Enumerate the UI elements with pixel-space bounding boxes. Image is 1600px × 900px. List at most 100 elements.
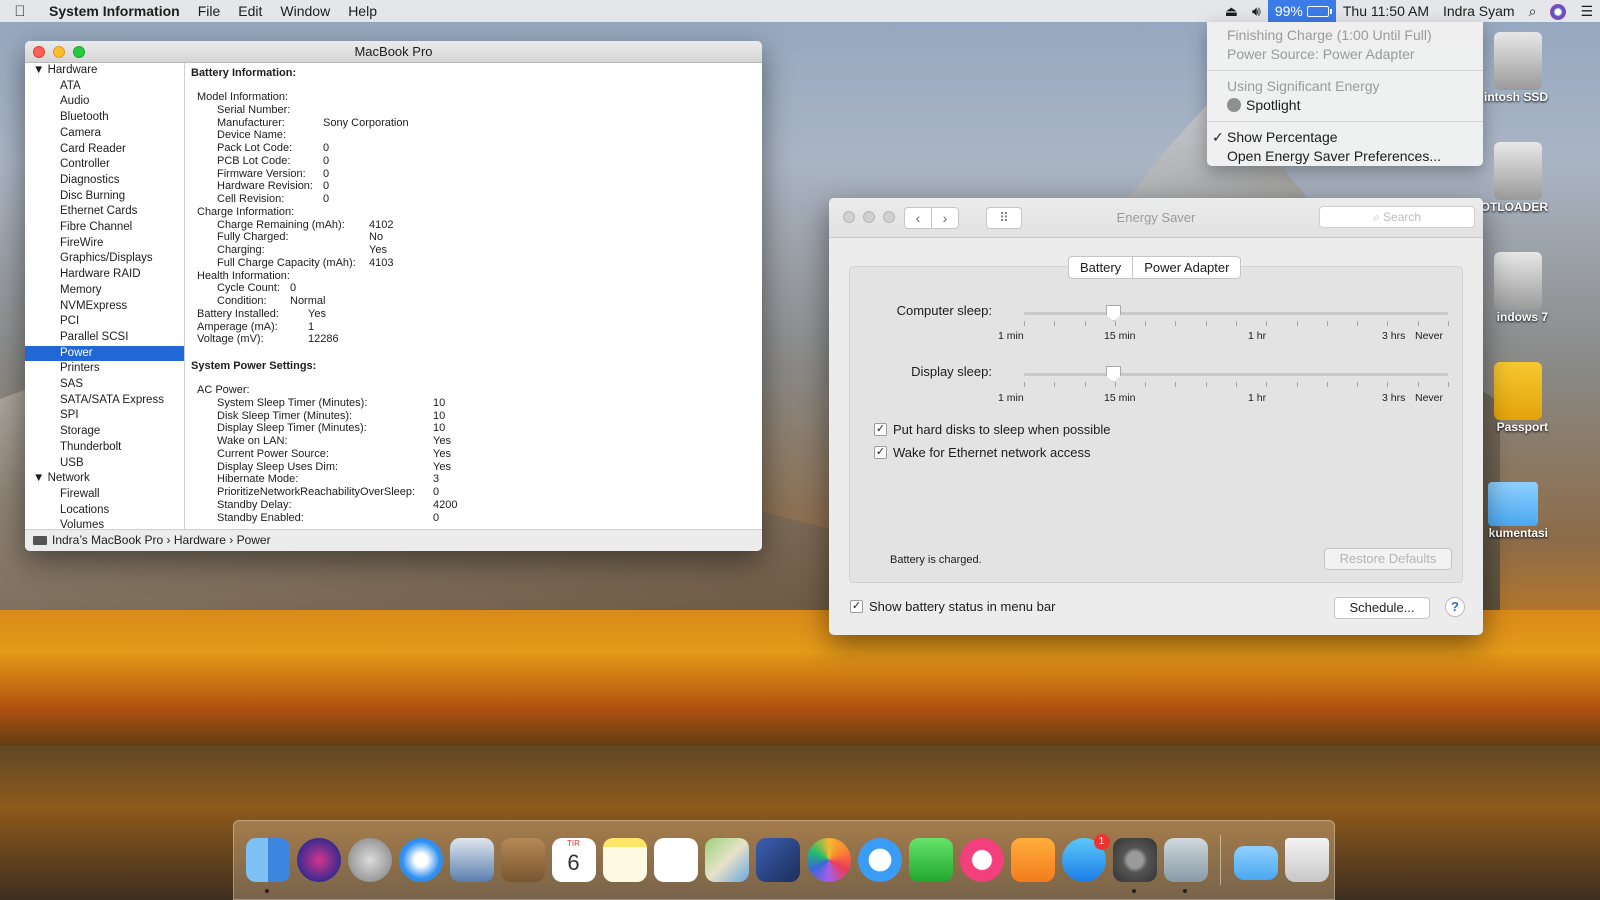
finder-icon[interactable] bbox=[245, 838, 290, 893]
open-energy-prefs-item[interactable]: Open Energy Saver Preferences... bbox=[1207, 147, 1483, 166]
hard-disk-icon bbox=[1494, 252, 1542, 310]
battery-menu-extra[interactable]: 99% bbox=[1267, 0, 1336, 22]
path-item[interactable]: Power bbox=[237, 533, 271, 547]
system-preferences-icon[interactable] bbox=[1112, 838, 1157, 893]
sidebar-item-memory[interactable]: Memory bbox=[25, 283, 184, 299]
contacts-icon[interactable] bbox=[500, 838, 545, 882]
search-field[interactable]: ⌕ Search bbox=[1319, 206, 1475, 228]
sidebar-item-sas[interactable]: SAS bbox=[25, 377, 184, 393]
user-menu[interactable]: Indra Syam bbox=[1436, 0, 1522, 22]
sidebar-item-camera[interactable]: Camera bbox=[25, 126, 184, 142]
safari-icon[interactable] bbox=[398, 838, 443, 882]
sidebar-item-usb[interactable]: USB bbox=[25, 456, 184, 472]
sidebar-item-spi[interactable]: SPI bbox=[25, 408, 184, 424]
scale-label: 1 hr bbox=[1248, 392, 1267, 404]
sidebar-item-parallel-scsi[interactable]: Parallel SCSI bbox=[25, 330, 184, 346]
siri-app-icon[interactable] bbox=[296, 838, 341, 882]
keynote-icon[interactable] bbox=[755, 838, 800, 882]
tab-battery[interactable]: Battery bbox=[1069, 257, 1134, 278]
eject-icon[interactable]: ⏏ bbox=[1218, 0, 1245, 22]
folder-stack-icon[interactable] bbox=[1233, 846, 1278, 880]
desktop-icon-passport[interactable]: Passport bbox=[1478, 362, 1548, 434]
volume-icon[interactable]: 🔊︎ bbox=[1245, 0, 1268, 22]
restore-defaults-button[interactable]: Restore Defaults bbox=[1324, 548, 1452, 570]
launchpad-icon[interactable] bbox=[347, 838, 392, 882]
app-store-icon[interactable]: 1 bbox=[1061, 834, 1110, 882]
system-information-icon[interactable] bbox=[1163, 838, 1208, 893]
sidebar-item-audio[interactable]: Audio bbox=[25, 94, 184, 110]
sidebar-item-pci[interactable]: PCI bbox=[25, 314, 184, 330]
sidebar-item-disc-burning[interactable]: Disc Burning bbox=[25, 189, 184, 205]
sidebar-item-locations[interactable]: Locations bbox=[25, 503, 184, 519]
battery-menu: Finishing Charge (1:00 Until Full) Power… bbox=[1207, 22, 1483, 166]
desktop-icon-ssd[interactable]: intosh SSD bbox=[1478, 32, 1548, 104]
zoom-button[interactable] bbox=[73, 46, 85, 58]
facetime-icon[interactable] bbox=[908, 838, 953, 882]
sidebar-item-volumes[interactable]: Volumes bbox=[25, 518, 184, 529]
sidebar-item-thunderbolt[interactable]: Thunderbolt bbox=[25, 440, 184, 456]
sidebar-item-firewall[interactable]: Firewall bbox=[25, 487, 184, 503]
desktop-icon-label: OTLOADER bbox=[1480, 200, 1548, 214]
maps-icon[interactable] bbox=[704, 838, 749, 882]
show-battery-status-checkbox[interactable]: ✓ Show battery status in menu bar bbox=[850, 599, 1055, 614]
menu-edit[interactable]: Edit bbox=[229, 0, 271, 22]
clock[interactable]: Thu 11:50 AM bbox=[1336, 0, 1436, 22]
menu-window[interactable]: Window bbox=[271, 0, 339, 22]
notification-center-icon[interactable]: ☰ bbox=[1573, 0, 1600, 22]
ibooks-icon[interactable] bbox=[1010, 838, 1055, 882]
sidebar-section-network[interactable]: ▼ Network bbox=[25, 471, 184, 487]
show-percentage-item[interactable]: ✓ Show Percentage bbox=[1207, 128, 1483, 147]
itunes-icon[interactable] bbox=[959, 838, 1004, 882]
app-menu[interactable]: System Information bbox=[40, 0, 189, 22]
siri-icon[interactable] bbox=[1543, 0, 1573, 22]
help-button[interactable]: ? bbox=[1445, 597, 1465, 617]
close-button[interactable] bbox=[33, 46, 45, 58]
trash-icon[interactable] bbox=[1284, 838, 1329, 882]
reminders-icon[interactable] bbox=[653, 838, 698, 882]
notes-icon[interactable] bbox=[602, 838, 647, 882]
sidebar-section-hardware[interactable]: ▼ Hardware bbox=[25, 63, 184, 79]
minimize-button[interactable] bbox=[53, 46, 65, 58]
sidebar-item-storage[interactable]: Storage bbox=[25, 424, 184, 440]
computer-sleep-slider[interactable] bbox=[1024, 312, 1448, 315]
info-key: Cell Revision: bbox=[217, 193, 285, 205]
sidebar-item-ata[interactable]: ATA bbox=[25, 79, 184, 95]
desktop-icon-windows7[interactable]: indows 7 bbox=[1478, 252, 1548, 324]
hard-disk-sleep-checkbox[interactable]: ✓ Put hard disks to sleep when possible bbox=[874, 422, 1111, 437]
wake-ethernet-checkbox[interactable]: ✓ Wake for Ethernet network access bbox=[874, 445, 1091, 460]
sidebar-item-nvmexpress[interactable]: NVMExpress bbox=[25, 299, 184, 315]
mail-icon[interactable] bbox=[449, 838, 494, 882]
photos-icon[interactable] bbox=[806, 838, 851, 882]
menu-help[interactable]: Help bbox=[339, 0, 386, 22]
calendar-month: TIR bbox=[567, 839, 580, 848]
sidebar-item-printers[interactable]: Printers bbox=[25, 361, 184, 377]
computer-sleep-knob[interactable] bbox=[1106, 305, 1122, 321]
sidebar-item-graphics-displays[interactable]: Graphics/Displays bbox=[25, 251, 184, 267]
apple-menu-icon[interactable]:  bbox=[0, 3, 40, 20]
path-computer[interactable]: Indra’s MacBook Pro bbox=[52, 533, 163, 547]
sidebar-item-diagnostics[interactable]: Diagnostics bbox=[25, 173, 184, 189]
display-sleep-knob[interactable] bbox=[1106, 366, 1122, 382]
energy-app-spotlight[interactable]: Spotlight bbox=[1207, 96, 1483, 115]
calendar-icon[interactable]: TIR 6 bbox=[551, 838, 596, 882]
sidebar-item-ethernet-cards[interactable]: Ethernet Cards bbox=[25, 204, 184, 220]
schedule-button[interactable]: Schedule... bbox=[1334, 597, 1430, 619]
sidebar-item-fibre-channel[interactable]: Fibre Channel bbox=[25, 220, 184, 236]
desktop-icon-bootloader[interactable]: OTLOADER bbox=[1478, 142, 1548, 214]
sidebar-item-firewire[interactable]: FireWire bbox=[25, 236, 184, 252]
sidebar-item-card-reader[interactable]: Card Reader bbox=[25, 142, 184, 158]
desktop-icon-dokumentasi[interactable]: kumentasi bbox=[1478, 472, 1548, 540]
sidebar-item-hardware-raid[interactable]: Hardware RAID bbox=[25, 267, 184, 283]
sidebar-item-bluetooth[interactable]: Bluetooth bbox=[25, 110, 184, 126]
sidebar-item-sata-sata-express[interactable]: SATA/SATA Express bbox=[25, 393, 184, 409]
sidebar-item-controller[interactable]: Controller bbox=[25, 157, 184, 173]
path-section[interactable]: Hardware bbox=[174, 533, 226, 547]
display-sleep-slider[interactable] bbox=[1024, 373, 1448, 376]
tab-power-adapter[interactable]: Power Adapter bbox=[1133, 257, 1240, 278]
menu-file[interactable]: File bbox=[189, 0, 230, 22]
spotlight-icon[interactable]: ⌕ bbox=[1522, 0, 1544, 22]
slider-tick bbox=[1236, 321, 1237, 326]
info-row: Condition: Normal bbox=[217, 295, 756, 308]
sidebar-item-power[interactable]: Power bbox=[25, 345, 184, 362]
messages-icon[interactable] bbox=[857, 838, 902, 882]
